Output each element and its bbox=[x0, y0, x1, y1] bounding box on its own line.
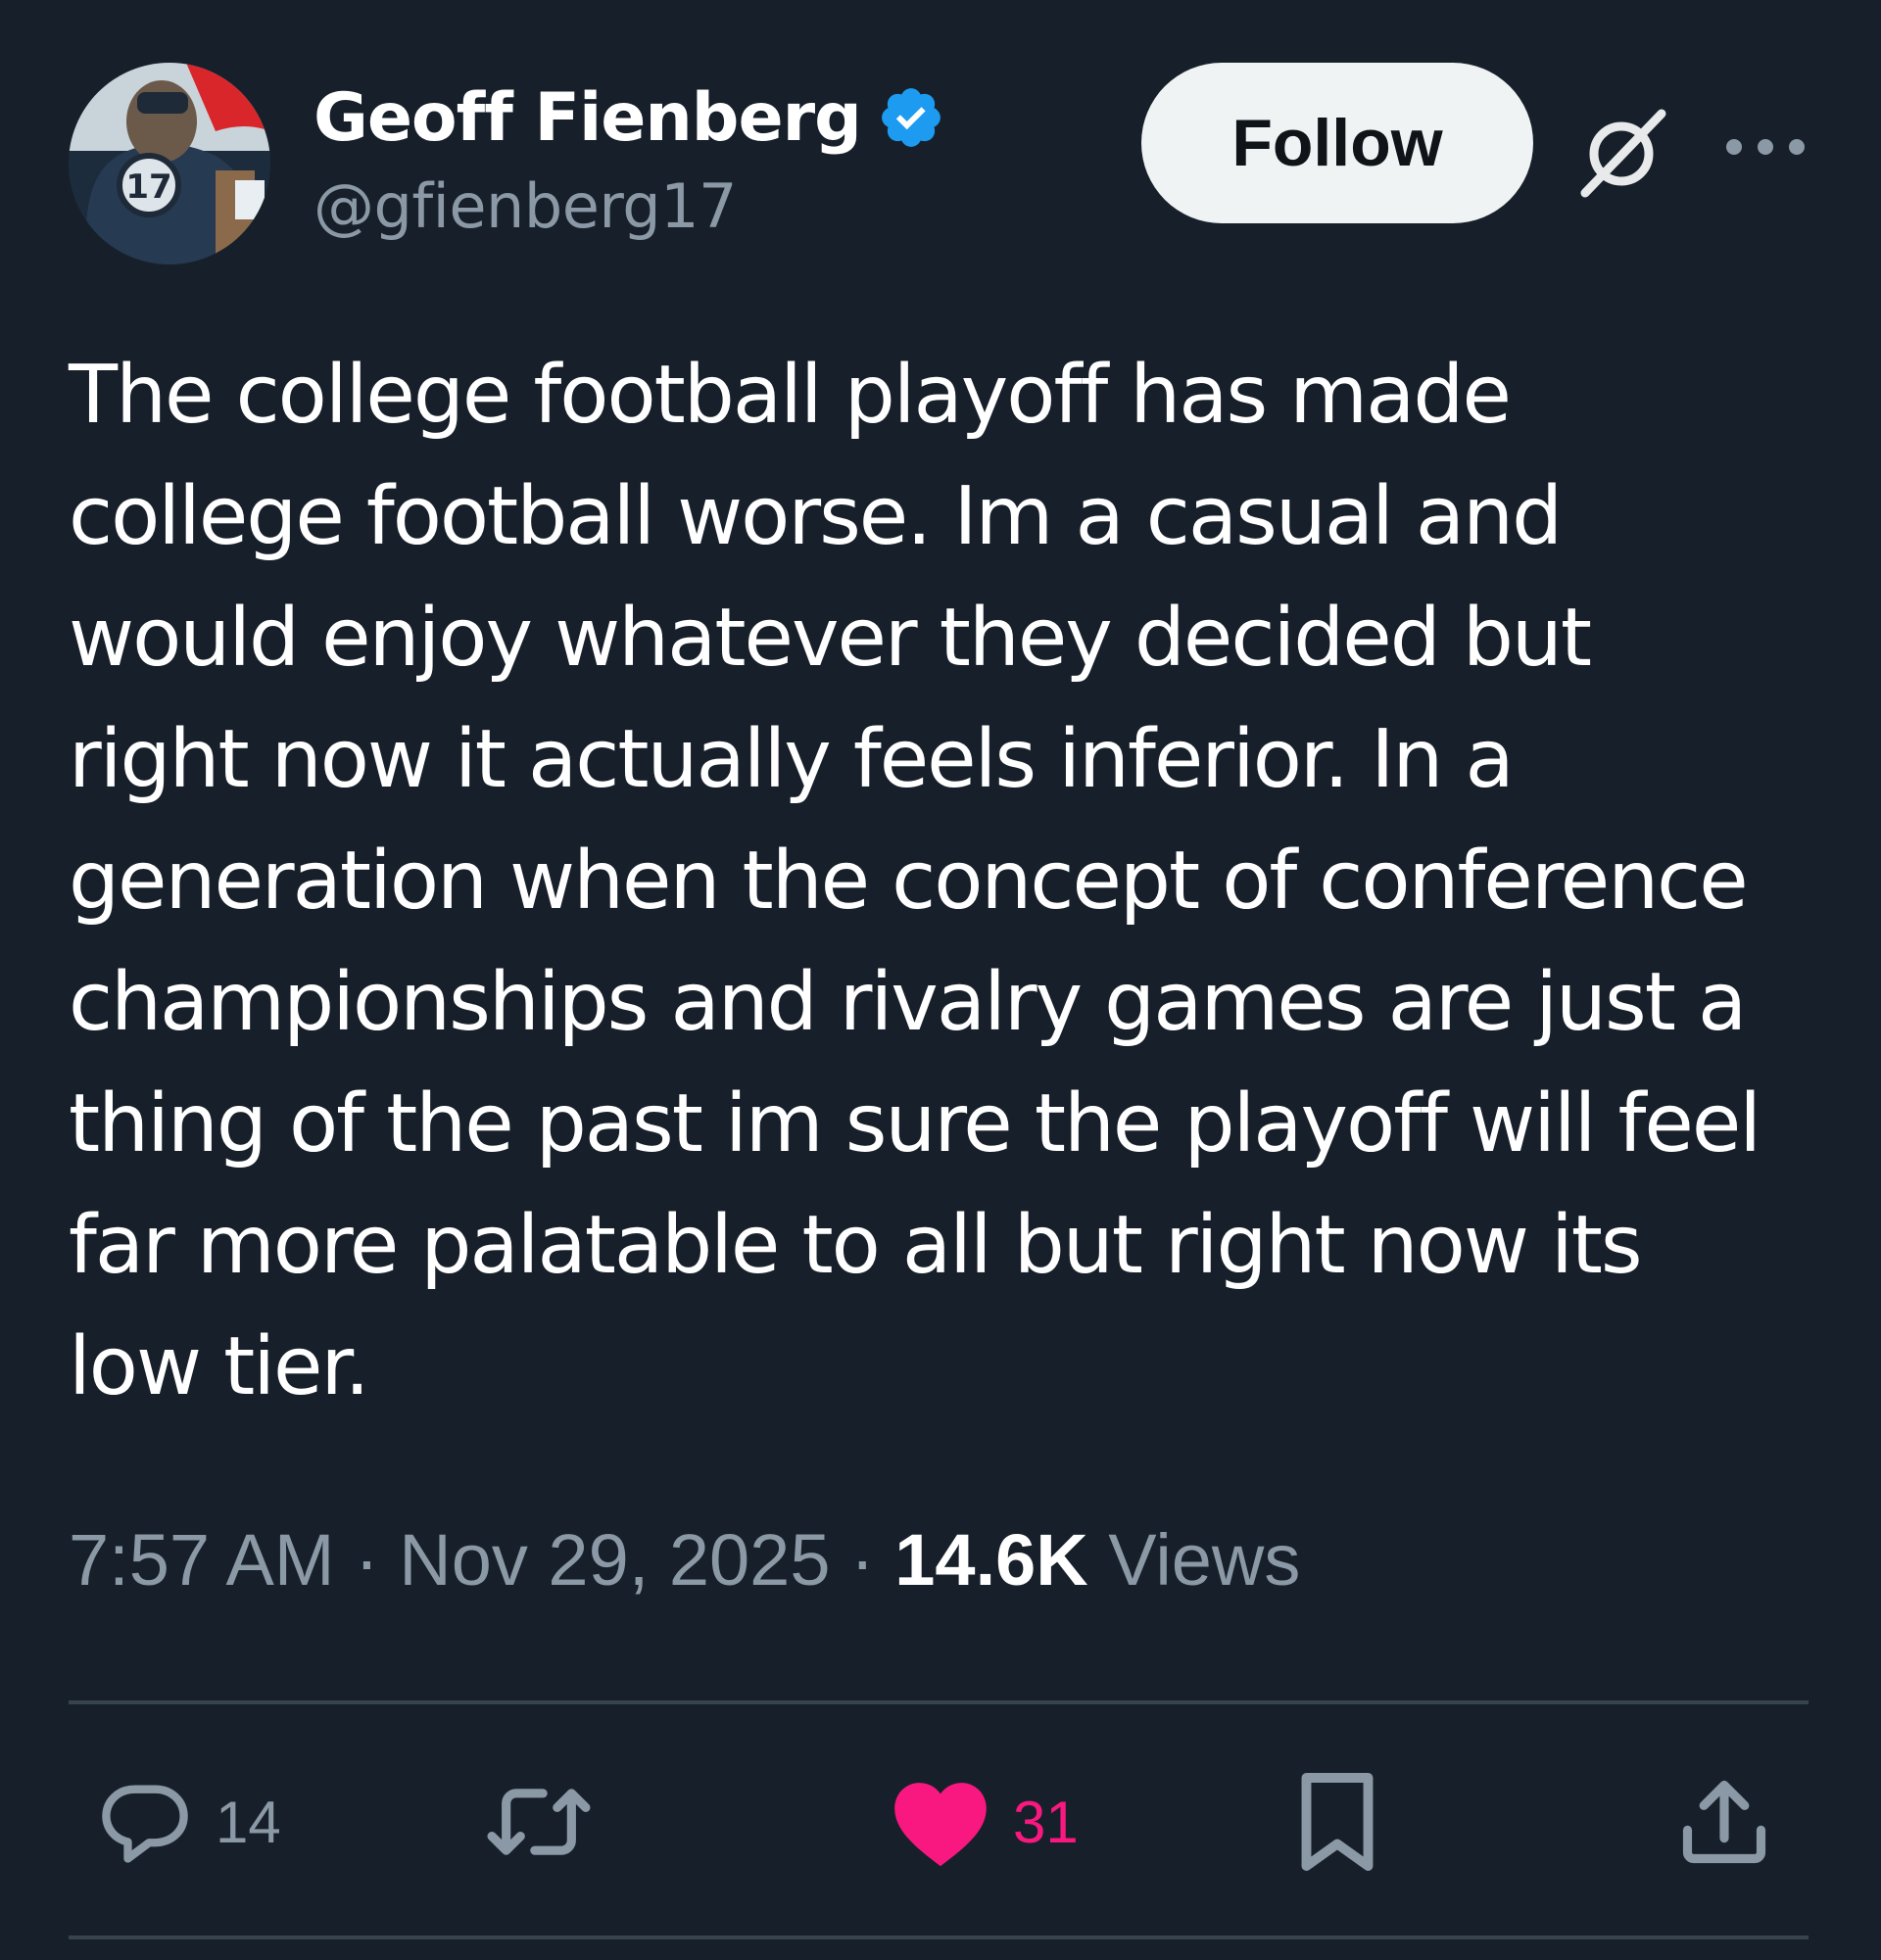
repost-icon bbox=[487, 1789, 591, 1855]
bookmark-button[interactable] bbox=[1293, 1763, 1381, 1881]
divider-bottom bbox=[69, 1936, 1809, 1939]
tweet-text: The college football playoff has made co… bbox=[69, 349, 1761, 1413]
tweet-date[interactable]: Nov 29, 2025 bbox=[399, 1519, 830, 1601]
follow-button[interactable]: Follow bbox=[1141, 63, 1533, 223]
avatar-image: 17 bbox=[69, 63, 270, 264]
tweet-time[interactable]: 7:57 AM bbox=[69, 1519, 335, 1601]
reply-icon bbox=[102, 1785, 188, 1863]
share-icon bbox=[1682, 1780, 1766, 1864]
tweet-meta: 7:57 AM · Nov 29, 2025 · 14.6K Views bbox=[69, 1518, 1812, 1601]
views-count[interactable]: 14.6K bbox=[894, 1519, 1087, 1601]
action-bar: 14 31 bbox=[69, 1763, 1812, 1881]
heart-icon bbox=[894, 1783, 987, 1867]
avatar-jersey-number: 17 bbox=[125, 167, 171, 207]
repost-button[interactable] bbox=[480, 1763, 619, 1881]
like-count: 31 bbox=[1013, 1789, 1079, 1855]
name-row: Geoff Fienberg bbox=[314, 69, 945, 167]
verified-badge-icon[interactable] bbox=[877, 83, 945, 152]
user-info: Geoff Fienberg @gfienberg17 bbox=[314, 69, 945, 242]
divider-top bbox=[69, 1700, 1809, 1704]
avatar[interactable]: 17 bbox=[69, 63, 270, 264]
bookmark-icon bbox=[1301, 1773, 1374, 1871]
views-label: Views bbox=[1087, 1519, 1301, 1601]
like-button[interactable]: 31 bbox=[890, 1763, 1079, 1881]
share-button[interactable] bbox=[1675, 1763, 1773, 1881]
reply-button[interactable]: 14 bbox=[96, 1763, 281, 1881]
grok-icon[interactable] bbox=[1568, 100, 1675, 208]
user-handle[interactable]: @gfienberg17 bbox=[314, 170, 945, 242]
meta-separator: · bbox=[334, 1519, 400, 1601]
tweet-header: 17 Geoff Fienberg @gfienberg17 Follow bbox=[69, 63, 1812, 268]
more-icon[interactable] bbox=[1722, 127, 1810, 167]
reply-count: 14 bbox=[216, 1789, 281, 1855]
display-name[interactable]: Geoff Fienberg bbox=[314, 79, 862, 157]
meta-separator-2: · bbox=[830, 1519, 895, 1601]
